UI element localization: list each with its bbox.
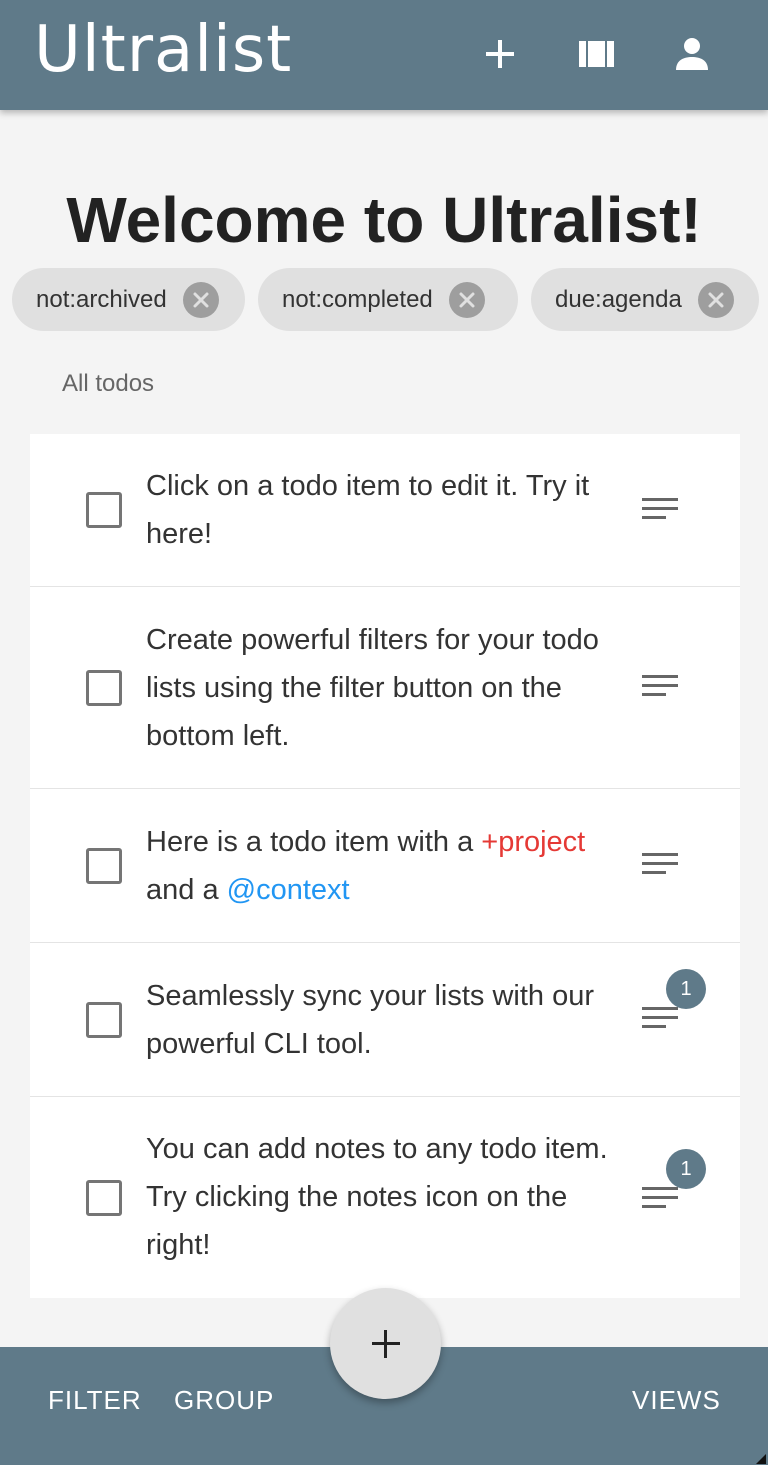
views-button[interactable]: VIEWS [632, 1385, 721, 1416]
todo-text-part: and a [146, 874, 219, 906]
notes-button[interactable] [636, 490, 686, 530]
filter-chip[interactable]: not:archived [12, 268, 245, 331]
notes-button[interactable]: 1 [636, 1149, 706, 1219]
todo-text[interactable]: Create powerful filters for your todo li… [146, 616, 636, 760]
chip-label: not:completed [282, 285, 433, 313]
chip-label: not:archived [36, 285, 167, 313]
board-view-button[interactable] [573, 30, 621, 78]
todo-text[interactable]: Here is a todo item with a +project and … [146, 818, 636, 914]
filter-button[interactable]: FILTER [48, 1385, 142, 1416]
todo-checkbox[interactable] [86, 492, 122, 528]
resize-handle-icon [756, 1454, 766, 1464]
remove-filter-button[interactable] [697, 281, 734, 318]
board-view-icon [579, 41, 614, 67]
account-button[interactable] [668, 30, 716, 78]
filter-chip[interactable]: not:completed [258, 268, 518, 331]
page-title: Welcome to Ultralist! [66, 184, 702, 256]
todo-list: Click on a todo item to edit it. Try it … [30, 434, 740, 1298]
todo-item[interactable]: You can add notes to any todo item. Try … [30, 1097, 740, 1298]
plus-icon [371, 1329, 400, 1358]
plus-icon [486, 40, 514, 68]
app-header: Ultralist [0, 0, 768, 110]
todo-checkbox[interactable] [86, 1001, 122, 1038]
todo-item[interactable]: Here is a todo item with a +project and … [30, 789, 740, 943]
filter-chip[interactable]: due:agenda [531, 268, 759, 331]
add-todo-fab[interactable] [330, 1288, 441, 1399]
account-icon [676, 38, 708, 70]
todo-text[interactable]: You can add notes to any todo item. Try … [146, 1125, 636, 1269]
close-icon [459, 292, 475, 307]
todo-text[interactable]: Click on a todo item to edit it. Try it … [146, 462, 636, 558]
todo-item[interactable]: Click on a todo item to edit it. Try it … [30, 434, 740, 587]
chip-label: due:agenda [555, 285, 682, 313]
group-button[interactable]: GROUP [174, 1385, 274, 1416]
notes-count-badge: 1 [666, 1149, 706, 1189]
todo-text-part: Here is a todo item with a [146, 826, 474, 858]
remove-filter-button[interactable] [448, 281, 485, 318]
add-todo-button[interactable] [476, 30, 524, 78]
filter-chips: not:archived not:completed due:agenda [0, 268, 768, 332]
todo-checkbox[interactable] [86, 1179, 122, 1216]
context-tag[interactable]: @context [227, 874, 350, 906]
close-icon [193, 292, 209, 307]
close-icon [708, 292, 724, 307]
project-tag[interactable]: +project [481, 826, 585, 858]
notes-count-badge: 1 [666, 969, 706, 1009]
remove-filter-button[interactable] [182, 281, 219, 318]
todo-item[interactable]: Seamlessly sync your lists with our powe… [30, 943, 740, 1097]
notes-button[interactable] [636, 667, 686, 707]
todo-text[interactable]: Seamlessly sync your lists with our powe… [146, 972, 636, 1068]
notes-button[interactable]: 1 [636, 969, 706, 1039]
todo-checkbox[interactable] [86, 847, 122, 884]
notes-button[interactable] [636, 845, 686, 885]
app-logo[interactable]: Ultralist [34, 10, 292, 90]
group-label: All todos [62, 370, 155, 397]
todo-checkbox[interactable] [86, 669, 122, 706]
todo-item[interactable]: Create powerful filters for your todo li… [30, 587, 740, 789]
